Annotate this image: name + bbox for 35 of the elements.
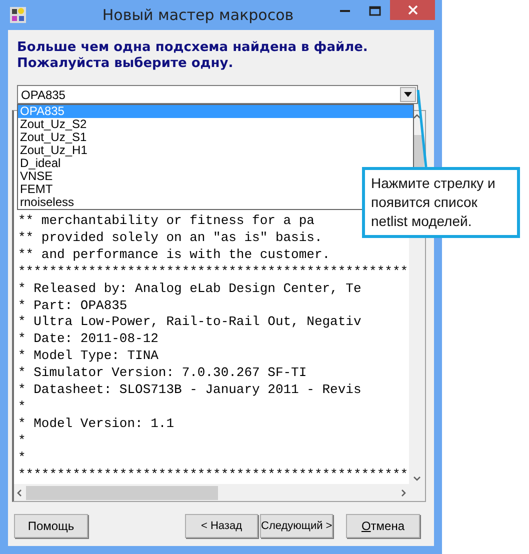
next-button[interactable]: Следующий > — [260, 514, 333, 538]
netlist-line: * — [18, 398, 26, 416]
netlist-line: * Ultra Low-Power, Rail-to-Rail Out, Negativ — [18, 314, 362, 332]
close-icon[interactable] — [408, 5, 418, 15]
help-button[interactable]: Помощь — [14, 514, 88, 538]
instruction-text: Больше чем одна подсхема найдена в файле. — [17, 40, 369, 56]
dropdown-arrow-button[interactable] — [400, 87, 416, 102]
netlist-line: ** provided solely on an "as is" basis. — [18, 230, 322, 247]
netlist-line: * Date: 2011-08-12 — [18, 331, 158, 348]
window-title: Новый мастер макросов — [101, 6, 295, 24]
dropdown-option[interactable]: Zout_Uz_H1 — [18, 144, 413, 157]
close-button[interactable] — [390, 0, 435, 20]
netlist-line: * Part: OPA835 — [18, 298, 128, 314]
netlist-line: * Simulator Version: 7.0.30.267 SF-TI — [18, 365, 307, 382]
caret-icon[interactable] — [404, 92, 412, 97]
netlist-line: * Datasheet: SLOS713B - January 2011 - Revis — [18, 382, 362, 399]
cancel-button[interactable]: Отмена — [346, 514, 420, 538]
netlist-line: ** merchantability or fitness for a pa — [18, 213, 314, 230]
hint-tooltip: Нажмите стрелку и появится список netlist моделей. — [362, 167, 520, 238]
netlist-line: ** and performance is with the customer. — [18, 246, 330, 264]
dropdown-option[interactable]: D_ideal — [18, 157, 413, 170]
netlist-line: ************************************************** — [18, 264, 408, 281]
back-button[interactable]: < Назад — [185, 514, 258, 538]
netlist-line: * Model Type: TINA — [18, 348, 158, 366]
app-icon — [10, 7, 26, 23]
dropdown-option[interactable]: Zout_Uz_S1 — [18, 131, 413, 144]
netlist-line: * Model Version: 1.1 — [18, 416, 174, 433]
maximize-icon[interactable] — [369, 6, 381, 16]
scrollbar-thumb[interactable] — [26, 486, 218, 500]
netlist-line: * — [18, 432, 26, 450]
netlist-line: * — [18, 450, 26, 467]
instruction-text: Пожалуйста выберите одну. — [17, 56, 234, 72]
dropdown-option[interactable]: Zout_Uz_S2 — [18, 118, 413, 131]
netlist-line: ************************************************** — [18, 466, 408, 484]
netlist-line: * Released by: Analog eLab Design Center, Te — [18, 280, 362, 298]
